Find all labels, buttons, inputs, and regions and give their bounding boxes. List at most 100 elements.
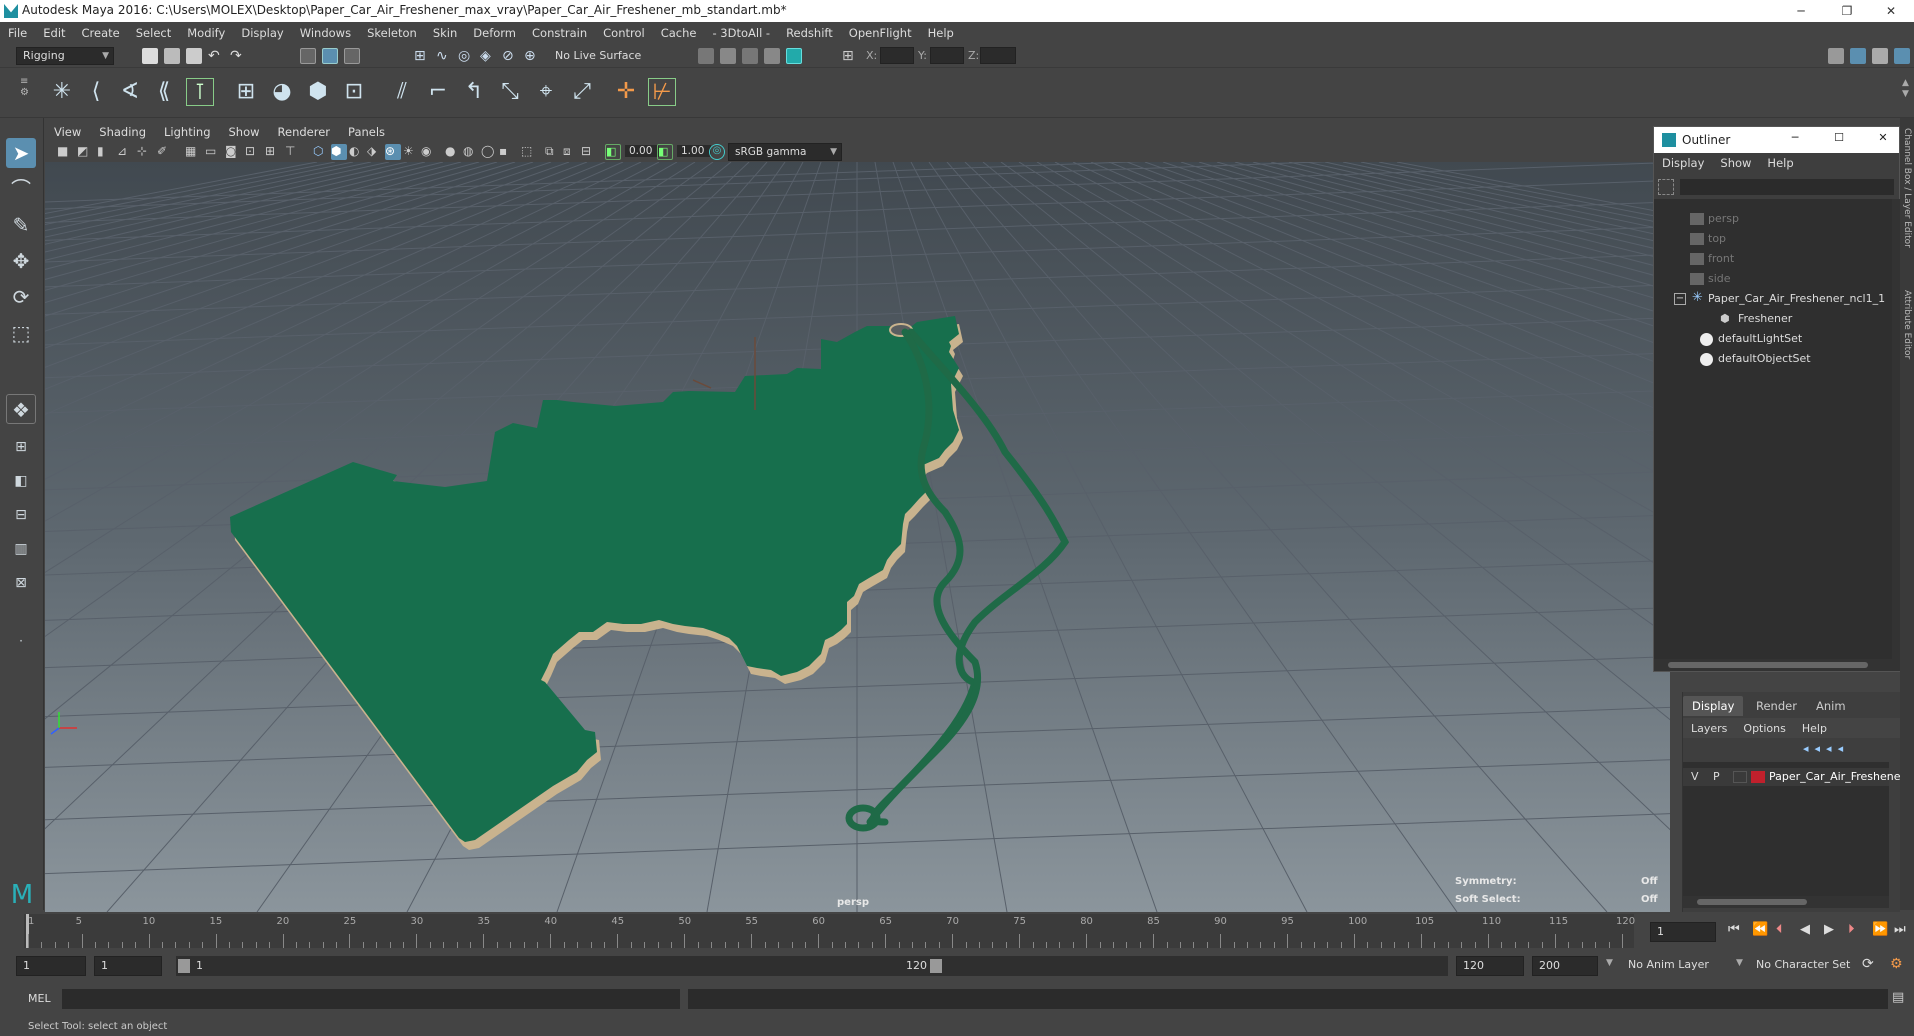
outliner-filter-icon[interactable] <box>1658 179 1674 195</box>
menu-edit[interactable]: Edit <box>35 22 73 44</box>
xray-joints-icon[interactable]: ⧉ <box>545 144 561 160</box>
rotate-tool-icon[interactable]: ⟳ <box>6 282 36 312</box>
menu-create[interactable]: Create <box>74 22 128 44</box>
outliner-item-front[interactable]: front <box>1654 249 1884 269</box>
y-input[interactable] <box>930 47 964 64</box>
select-component-icon[interactable] <box>344 48 360 64</box>
layer-menu-options[interactable]: Options <box>1735 722 1793 735</box>
play-forwards-icon[interactable]: ▶ <box>1824 922 1834 937</box>
film-gate-icon[interactable]: ▭ <box>205 144 221 160</box>
ik-spline-icon[interactable]: ∢ <box>116 78 144 106</box>
menu-openflight[interactable]: OpenFlight <box>841 22 920 44</box>
tab-anim[interactable]: Anim <box>1807 696 1855 716</box>
anim-layer-dropdown[interactable]: No Anim Layer <box>1628 958 1709 971</box>
menu-deform[interactable]: Deform <box>465 22 524 44</box>
auto-key-icon[interactable]: ⟳ <box>1862 956 1874 972</box>
snap-surface-icon[interactable]: ⊘ <box>502 48 518 64</box>
select-object-icon[interactable] <box>322 48 338 64</box>
shadows-icon[interactable]: ☀ <box>403 144 419 160</box>
parent-constraint-icon[interactable]: ⌖ <box>532 78 560 106</box>
animation-preferences-icon[interactable]: ⚙ <box>1890 956 1903 972</box>
xray-icon[interactable]: ⬚ <box>521 144 537 160</box>
outliner-close-icon[interactable]: ✕ <box>1868 131 1898 144</box>
menu-cache[interactable]: Cache <box>653 22 705 44</box>
camera-select-icon[interactable]: ■ <box>57 144 73 160</box>
command-input[interactable] <box>62 989 680 1009</box>
viewport-menu-show[interactable]: Show <box>220 122 269 142</box>
resolution-gate-icon[interactable]: ◙ <box>225 144 241 160</box>
perspective-viewport[interactable]: persp Symmetry: Off Soft Select: Off <box>45 162 1670 912</box>
menu-display[interactable]: Display <box>233 22 291 44</box>
exposure-input[interactable]: 0.00 <box>625 145 659 157</box>
locator-icon[interactable]: ✛ <box>612 78 640 106</box>
grid-toggle-icon[interactable]: ▦ <box>185 144 201 160</box>
lasso-tool-icon[interactable]: ⌒ <box>6 174 36 204</box>
grease-pencil-icon[interactable]: ✐ <box>157 144 173 160</box>
channel-box-tab[interactable]: Channel Box / Layer Editor <box>1902 128 1912 248</box>
outliner-vertical-scrollbar[interactable] <box>1892 199 1900 671</box>
minimize-button[interactable]: ─ <box>1778 0 1824 22</box>
paint-select-tool-icon[interactable]: ✎ <box>6 210 36 240</box>
depth-of-field-icon[interactable]: ◯ <box>481 144 497 160</box>
range-start-handle[interactable] <box>178 959 190 973</box>
view-transform-dropdown[interactable]: sRGB gamma ▼ <box>728 143 842 161</box>
shelf-options-icon[interactable]: ≡ ⚙ <box>20 76 30 110</box>
modeling-toolkit-icon[interactable] <box>1828 48 1844 64</box>
attribute-editor-toggle-icon[interactable] <box>1850 48 1866 64</box>
menu-skin[interactable]: Skin <box>425 22 465 44</box>
hypershade-layout-icon[interactable]: ▥ <box>6 534 36 564</box>
menu-file[interactable]: File <box>0 22 35 44</box>
camera-attributes-icon[interactable]: ◩ <box>77 144 93 160</box>
isolate-select-icon[interactable]: ▪ <box>499 144 515 160</box>
chevron-down-icon[interactable]: ▼ <box>1736 958 1743 968</box>
textured-icon[interactable]: ⬗ <box>367 144 383 160</box>
outliner-search-input[interactable] <box>1680 179 1894 195</box>
menu-skeleton[interactable]: Skeleton <box>359 22 425 44</box>
save-scene-icon[interactable] <box>186 48 202 64</box>
menu-3dtoall[interactable]: - 3DtoAll - <box>704 22 778 44</box>
range-slider[interactable]: 1 120 <box>176 956 946 976</box>
make-live-icon[interactable]: ⊕ <box>524 48 540 64</box>
field-chart-icon[interactable]: ⊞ <box>265 144 281 160</box>
redo-icon[interactable]: ↷ <box>230 48 246 64</box>
tab-display[interactable]: Display <box>1683 696 1744 716</box>
viewport-menu-shading[interactable]: Shading <box>90 122 155 142</box>
snap-grid-icon[interactable]: ⊞ <box>414 48 430 64</box>
close-button[interactable]: ✕ <box>1868 0 1914 22</box>
outliner-menu-display[interactable]: Display <box>1654 153 1712 173</box>
outliner-item-side[interactable]: side <box>1654 269 1884 289</box>
render-frame-icon[interactable] <box>698 48 714 64</box>
safe-action-icon[interactable]: ⊤ <box>285 144 301 160</box>
go-to-end-icon[interactable]: ⏭ <box>1894 922 1906 937</box>
render-settings-icon[interactable] <box>742 48 758 64</box>
outliner-horizontal-scrollbar[interactable] <box>1654 659 1892 671</box>
wrap-deformer-icon[interactable]: ⬢ <box>304 78 332 106</box>
gamma-input[interactable]: 1.00 <box>677 145 711 157</box>
persp-outliner-layout-icon[interactable]: ◧ <box>6 466 36 496</box>
outliner-item-group[interactable]: − ✳ Paper_Car_Air_Freshener_ncl1_1 <box>1654 289 1885 309</box>
outliner-item-persp[interactable]: persp <box>1654 209 1884 229</box>
outliner-menu-help[interactable]: Help <box>1759 153 1801 173</box>
xray-components-icon[interactable]: ⧈ <box>563 144 579 160</box>
step-back-key-icon[interactable]: ⏪ <box>1752 922 1768 937</box>
current-frame-input[interactable]: 1 <box>1650 922 1716 942</box>
collapse-icon[interactable]: − <box>1674 293 1686 305</box>
four-view-layout-icon[interactable]: ⊞ <box>6 432 36 462</box>
snap-curve-icon[interactable]: ∿ <box>436 48 452 64</box>
chevron-down-icon[interactable]: ▼ <box>1606 958 1613 968</box>
cluster-icon[interactable]: ◕ <box>268 78 296 106</box>
z-input[interactable] <box>980 47 1016 64</box>
render-view-icon[interactable] <box>786 48 802 64</box>
playback-end-input[interactable]: 120 <box>1456 956 1524 976</box>
motion-blur-icon[interactable]: ● <box>445 144 461 160</box>
scale-tool-icon[interactable]: ⬚ <box>6 318 36 348</box>
select-hierarchy-icon[interactable] <box>300 48 316 64</box>
wireframe-on-shaded-icon[interactable]: ◐ <box>349 144 365 160</box>
layer-action-icons[interactable]: ◂◂◂◂ <box>1803 742 1849 755</box>
layer-visibility-toggle[interactable]: V <box>1691 770 1699 783</box>
aim-constraint-icon[interactable]: ⌐ <box>424 78 452 106</box>
outliner-item-freshener[interactable]: ⬢ Freshener <box>1654 309 1884 329</box>
custom-layout-icon[interactable]: ⊠ <box>6 568 36 598</box>
ipr-render-icon[interactable] <box>720 48 736 64</box>
live-surface-label[interactable]: No Live Surface <box>555 49 641 62</box>
